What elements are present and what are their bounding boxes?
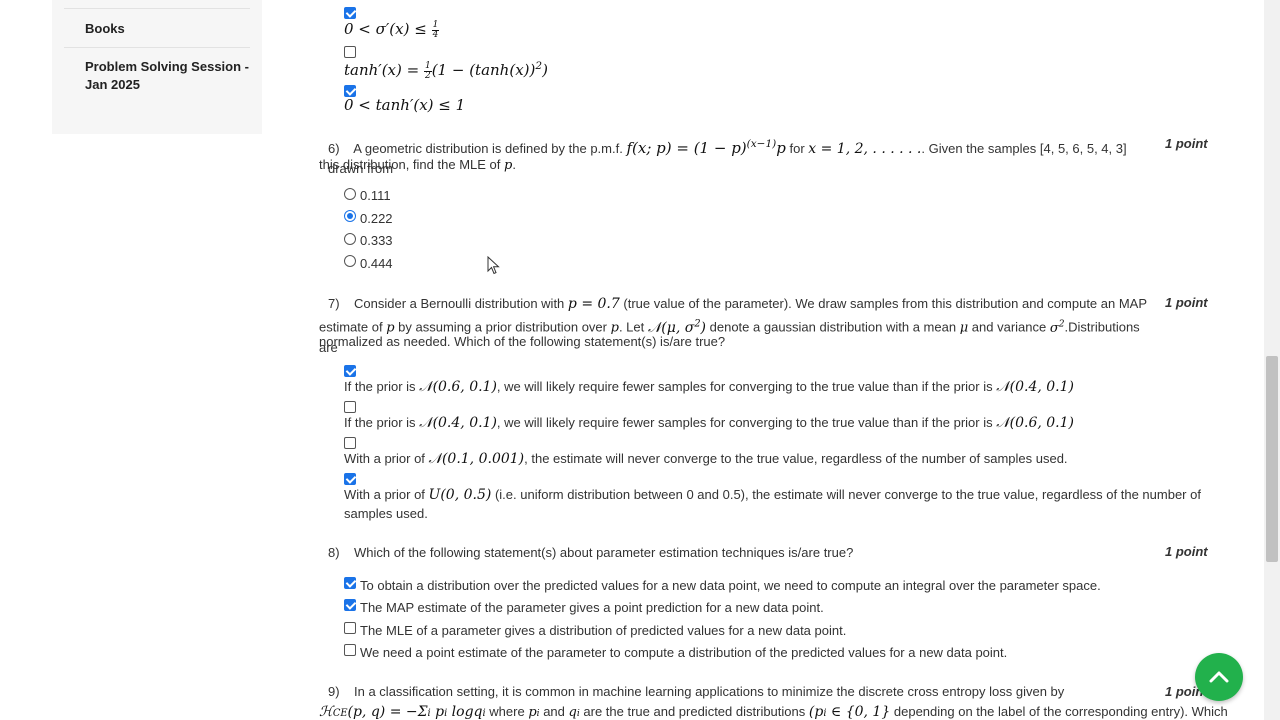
mouse-pointer-icon <box>487 256 500 275</box>
q9-text: and <box>543 704 565 719</box>
course-sidebar: Books Problem Solving Session - Jan 2025 <box>52 0 262 134</box>
q8-points: 1 point <box>1165 544 1208 559</box>
q7-text: Consider a Bernoulli distribution with <box>354 296 565 311</box>
q7-option-text: If the prior is <box>344 379 416 394</box>
q7-text: denote a gaussian distribution with a me… <box>709 319 957 335</box>
q7-points: 1 point <box>1165 295 1208 310</box>
q8-option-checkbox[interactable] <box>344 599 356 611</box>
q9-math: (pi ∈ {0, 1} <box>808 704 891 720</box>
sidebar-divider <box>64 8 250 9</box>
q7-option-1-label: If the prior is 𝒩(0.6, 0.1), we will lik… <box>344 377 1074 397</box>
q9-question-line2: ℋCE(p, q) = −Σi pi logqi where pi and qi… <box>319 702 1228 720</box>
q5-option-2-checkbox[interactable] <box>344 7 356 19</box>
q6-text: this distribution, find the MLE of <box>319 157 501 172</box>
q6-text: for <box>789 141 805 156</box>
q7-option-text: If the prior is <box>344 415 416 430</box>
q5-option-2-label: 0 < σ′(x) ≤ 14 <box>344 19 440 40</box>
q5-option-3-label: tanh′(x) = 1 2 (1 − (tanh(x))2) <box>344 60 548 81</box>
q7-option-1-checkbox[interactable] <box>344 365 356 377</box>
q7-option-text: , we will likely require fewer samples f… <box>496 379 993 394</box>
chevron-up-icon <box>1209 671 1229 683</box>
q7-option-2-label: If the prior is 𝒩(0.4, 0.1), we will lik… <box>344 413 1074 433</box>
q6-option-label: 0.333 <box>360 233 393 248</box>
q7-option-4-checkbox[interactable] <box>344 473 356 485</box>
q6-option-label: 0.222 <box>360 211 393 226</box>
q6-option-radio[interactable] <box>344 233 356 245</box>
q5-option-4-label: 0 < tanh′(x) ≤ 1 <box>344 96 466 114</box>
q6-number: 6) <box>328 141 340 156</box>
q5-option-3-checkbox[interactable] <box>344 46 356 58</box>
q8-number: 8) <box>328 545 340 560</box>
q7-question-line3: normalized as needed. Which of the follo… <box>319 334 726 349</box>
scrollbar-thumb[interactable] <box>1266 356 1278 562</box>
q8-option-label: The MLE of a parameter gives a distribut… <box>360 623 847 638</box>
q7-option-3-label: With a prior of 𝒩(0.1, 0.001), the estim… <box>344 449 1068 469</box>
q7-math: U(0, 0.5) <box>428 487 492 503</box>
q8-question: 8) Which of the following statement(s) a… <box>328 543 853 562</box>
q7-option-text: , we will likely require fewer samples f… <box>496 415 993 430</box>
q8-option-label: To obtain a distribution over the predic… <box>360 578 1101 593</box>
sidebar-divider <box>64 47 250 48</box>
q7-math-sigma: σ2 <box>1049 319 1065 336</box>
q7-question: 7) Consider a Bernoulli distribution wit… <box>328 294 1158 314</box>
q9-question: 9) In a classification setting, it is co… <box>328 682 1158 701</box>
q7-number: 7) <box>328 296 340 311</box>
q6-option-radio[interactable] <box>344 210 356 222</box>
q8-option-checkbox[interactable] <box>344 644 356 656</box>
q9-math: pi <box>528 705 540 720</box>
q7-p-value: p = 0.7 <box>567 296 620 312</box>
q6-pmf-formula: f(x; p) = (1 − p)(x−1)p <box>626 138 786 157</box>
q8-option-checkbox[interactable] <box>344 577 356 589</box>
q6-option-label: 0.444 <box>360 256 393 271</box>
q6-support: x = 1, 2, . . . . . . <box>808 141 922 157</box>
q9-text: In a classification setting, it is commo… <box>354 684 1065 699</box>
q7-option-text: , the estimate will never converge to th… <box>524 451 1068 466</box>
q9-text: are the true and predicted distributions <box>583 704 806 719</box>
q9-math: qi <box>568 705 580 720</box>
sidebar-item-books[interactable]: Books <box>85 20 125 38</box>
q7-math: 𝒩(0.1, 0.001) <box>428 451 525 467</box>
q9-number: 9) <box>328 684 340 699</box>
q7-option-3-checkbox[interactable] <box>344 437 356 449</box>
q7-option-text: (i.e. uniform distribution between 0 and… <box>494 487 1201 502</box>
q7-option-4-label-cont: samples used. <box>344 506 428 521</box>
q7-option-text: With a prior of <box>344 487 425 502</box>
q7-math: 𝒩(0.6, 0.1) <box>419 379 497 395</box>
sidebar-item-problem-solving[interactable]: Problem Solving Session - Jan 2025 <box>85 58 255 94</box>
q6-option-label: 0.111 <box>360 188 391 203</box>
q7-math: 𝒩(0.4, 0.1) <box>419 415 497 431</box>
q7-text: and variance <box>971 319 1047 335</box>
scroll-to-top-button[interactable] <box>1195 653 1243 701</box>
q9-text: depending on the label of the correspond… <box>893 704 1228 719</box>
q7-math: 𝒩(0.4, 0.1) <box>996 379 1074 395</box>
q8-option-label: We need a point estimate of the paramete… <box>360 645 1008 660</box>
q8-text: Which of the following statement(s) abou… <box>354 545 854 560</box>
q7-option-text: With a prior of <box>344 451 425 466</box>
q7-text: (true value of the parameter). We draw s… <box>623 296 1148 311</box>
q7-math-mu: μ <box>959 320 969 336</box>
q6-text: A geometric distribution is defined by t… <box>353 141 623 156</box>
q6-option-radio[interactable] <box>344 188 356 200</box>
q9-text: where <box>489 704 525 719</box>
q7-option-4-label: With a prior of U(0, 0.5) (i.e. uniform … <box>344 485 1204 505</box>
q8-option-label: The MAP estimate of the parameter gives … <box>360 600 824 615</box>
q6-question-line2: this distribution, find the MLE of p. <box>319 157 516 173</box>
q8-option-checkbox[interactable] <box>344 622 356 634</box>
q7-option-2-checkbox[interactable] <box>344 401 356 413</box>
q6-param: p <box>504 158 513 173</box>
q9-cross-entropy: ℋCE(p, q) = −Σi pi logqi <box>319 704 486 720</box>
q6-option-radio[interactable] <box>344 255 356 267</box>
q6-points: 1 point <box>1165 136 1208 151</box>
q7-math: 𝒩(0.6, 0.1) <box>996 415 1074 431</box>
